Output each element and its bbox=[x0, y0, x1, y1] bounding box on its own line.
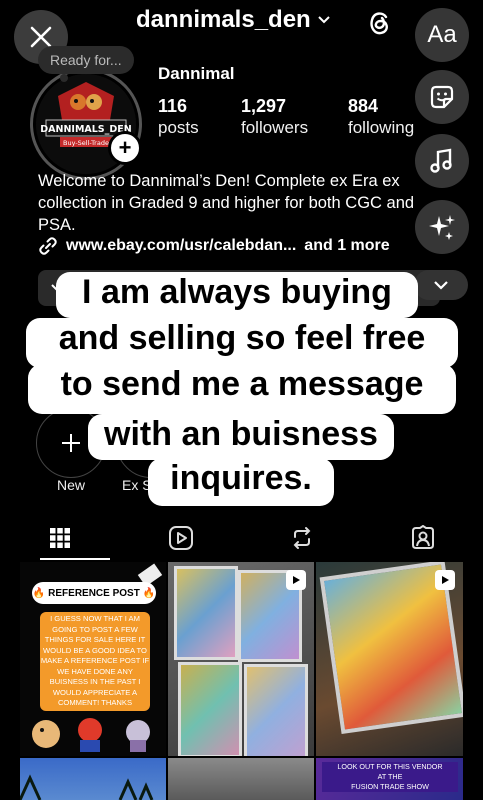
text-tool-label: Aa bbox=[427, 21, 457, 48]
caption-line-1[interactable]: I am always buying bbox=[56, 272, 418, 318]
note-bubble-tail bbox=[60, 74, 68, 82]
post-vendor[interactable]: LOOK OUT FOR THIS VENDOR AT THE FUSION T… bbox=[316, 758, 463, 800]
profile-tabs bbox=[0, 516, 483, 560]
tab-reels[interactable] bbox=[161, 520, 201, 556]
reel-badge-icon bbox=[286, 570, 306, 590]
posts-count[interactable]: 116 bbox=[158, 96, 187, 117]
display-name: Dannimal bbox=[158, 64, 235, 83]
grid-icon bbox=[50, 528, 71, 548]
bio-link[interactable]: www.ebay.com/usr/calebdan... bbox=[66, 237, 296, 255]
reposts-icon bbox=[293, 527, 311, 549]
tools-collapse-button[interactable] bbox=[414, 270, 468, 300]
caption-line-4-text: with an buisness bbox=[104, 415, 378, 453]
sticker-tool-button[interactable] bbox=[415, 70, 469, 124]
bio-text: Welcome to Dannimal’s Den! Complete ex E… bbox=[38, 172, 415, 234]
caption-line-5[interactable]: inquires. bbox=[148, 458, 334, 506]
caption-line-5-text: inquires. bbox=[170, 459, 312, 497]
sticker-icon bbox=[430, 85, 454, 109]
caption-line-4[interactable]: with an buisness bbox=[88, 414, 394, 460]
chevron-down-icon bbox=[318, 16, 330, 24]
note-text: Ready for... bbox=[50, 52, 122, 68]
caption-line-2[interactable]: and selling so feel free bbox=[26, 318, 458, 368]
username-switcher[interactable]: dannimals_den bbox=[136, 6, 331, 34]
followers-label[interactable]: followers bbox=[241, 118, 308, 138]
posts-label[interactable]: posts bbox=[158, 118, 199, 138]
text-tool-button[interactable]: Aa bbox=[415, 8, 469, 62]
active-tab-indicator bbox=[40, 558, 110, 560]
post-sky[interactable] bbox=[20, 758, 166, 800]
caption-line-3[interactable]: to send me a message bbox=[28, 364, 456, 414]
username: dannimals_den bbox=[136, 6, 311, 33]
note-bubble[interactable]: Ready for... bbox=[38, 46, 134, 74]
post-graded-cards-2[interactable] bbox=[168, 758, 314, 800]
reference-post-title: 🔥 REFERENCE POST 🔥 bbox=[32, 582, 156, 604]
following-count[interactable]: 884 bbox=[348, 96, 378, 117]
reels-icon bbox=[169, 526, 194, 550]
threads-icon[interactable] bbox=[362, 6, 396, 40]
add-story-button[interactable]: + bbox=[108, 131, 142, 165]
reel-badge-icon bbox=[435, 570, 455, 590]
caption-line-3-text: to send me a message bbox=[60, 365, 424, 403]
vendor-line-3: FUSION TRADE SHOW bbox=[351, 782, 429, 791]
link-icon bbox=[39, 237, 57, 255]
post-graded-cards[interactable] bbox=[168, 562, 314, 756]
plus-icon bbox=[62, 434, 80, 452]
caption-line-1-text: I am always buying bbox=[82, 273, 392, 311]
following-label[interactable]: following bbox=[348, 118, 414, 138]
tab-reposts[interactable] bbox=[282, 520, 322, 556]
caption-line-2-text: and selling so feel free bbox=[58, 319, 426, 357]
posts-grid: 🔥 REFERENCE POST 🔥 I GUESS NOW THAT I AM… bbox=[20, 562, 463, 800]
new-highlight-label: New bbox=[57, 477, 86, 493]
vendor-line-2: AT THE bbox=[377, 772, 403, 781]
followers-count[interactable]: 1,297 bbox=[241, 96, 286, 117]
tab-tagged[interactable] bbox=[403, 520, 443, 556]
logo-subtext: Buy-Sell-Trade bbox=[63, 139, 109, 147]
tagged-icon bbox=[411, 525, 434, 549]
pokemon-figures bbox=[32, 718, 150, 752]
vendor-caption: LOOK OUT FOR THIS VENDOR AT THE FUSION T… bbox=[322, 762, 458, 792]
reference-post-body: I GUESS NOW THAT I AM GOING TO POST A FE… bbox=[40, 612, 150, 711]
post-reference[interactable]: 🔥 REFERENCE POST 🔥 I GUESS NOW THAT I AM… bbox=[20, 562, 166, 756]
bio-link-more[interactable]: and 1 more bbox=[304, 237, 389, 255]
bio-link-row[interactable]: www.ebay.com/usr/calebdan... and 1 more bbox=[38, 236, 390, 256]
chevron-down-icon bbox=[434, 281, 448, 290]
vendor-line-1: LOOK OUT FOR THIS VENDOR bbox=[337, 762, 443, 771]
post-card-closeup[interactable] bbox=[316, 562, 463, 756]
tab-grid[interactable] bbox=[40, 520, 80, 556]
